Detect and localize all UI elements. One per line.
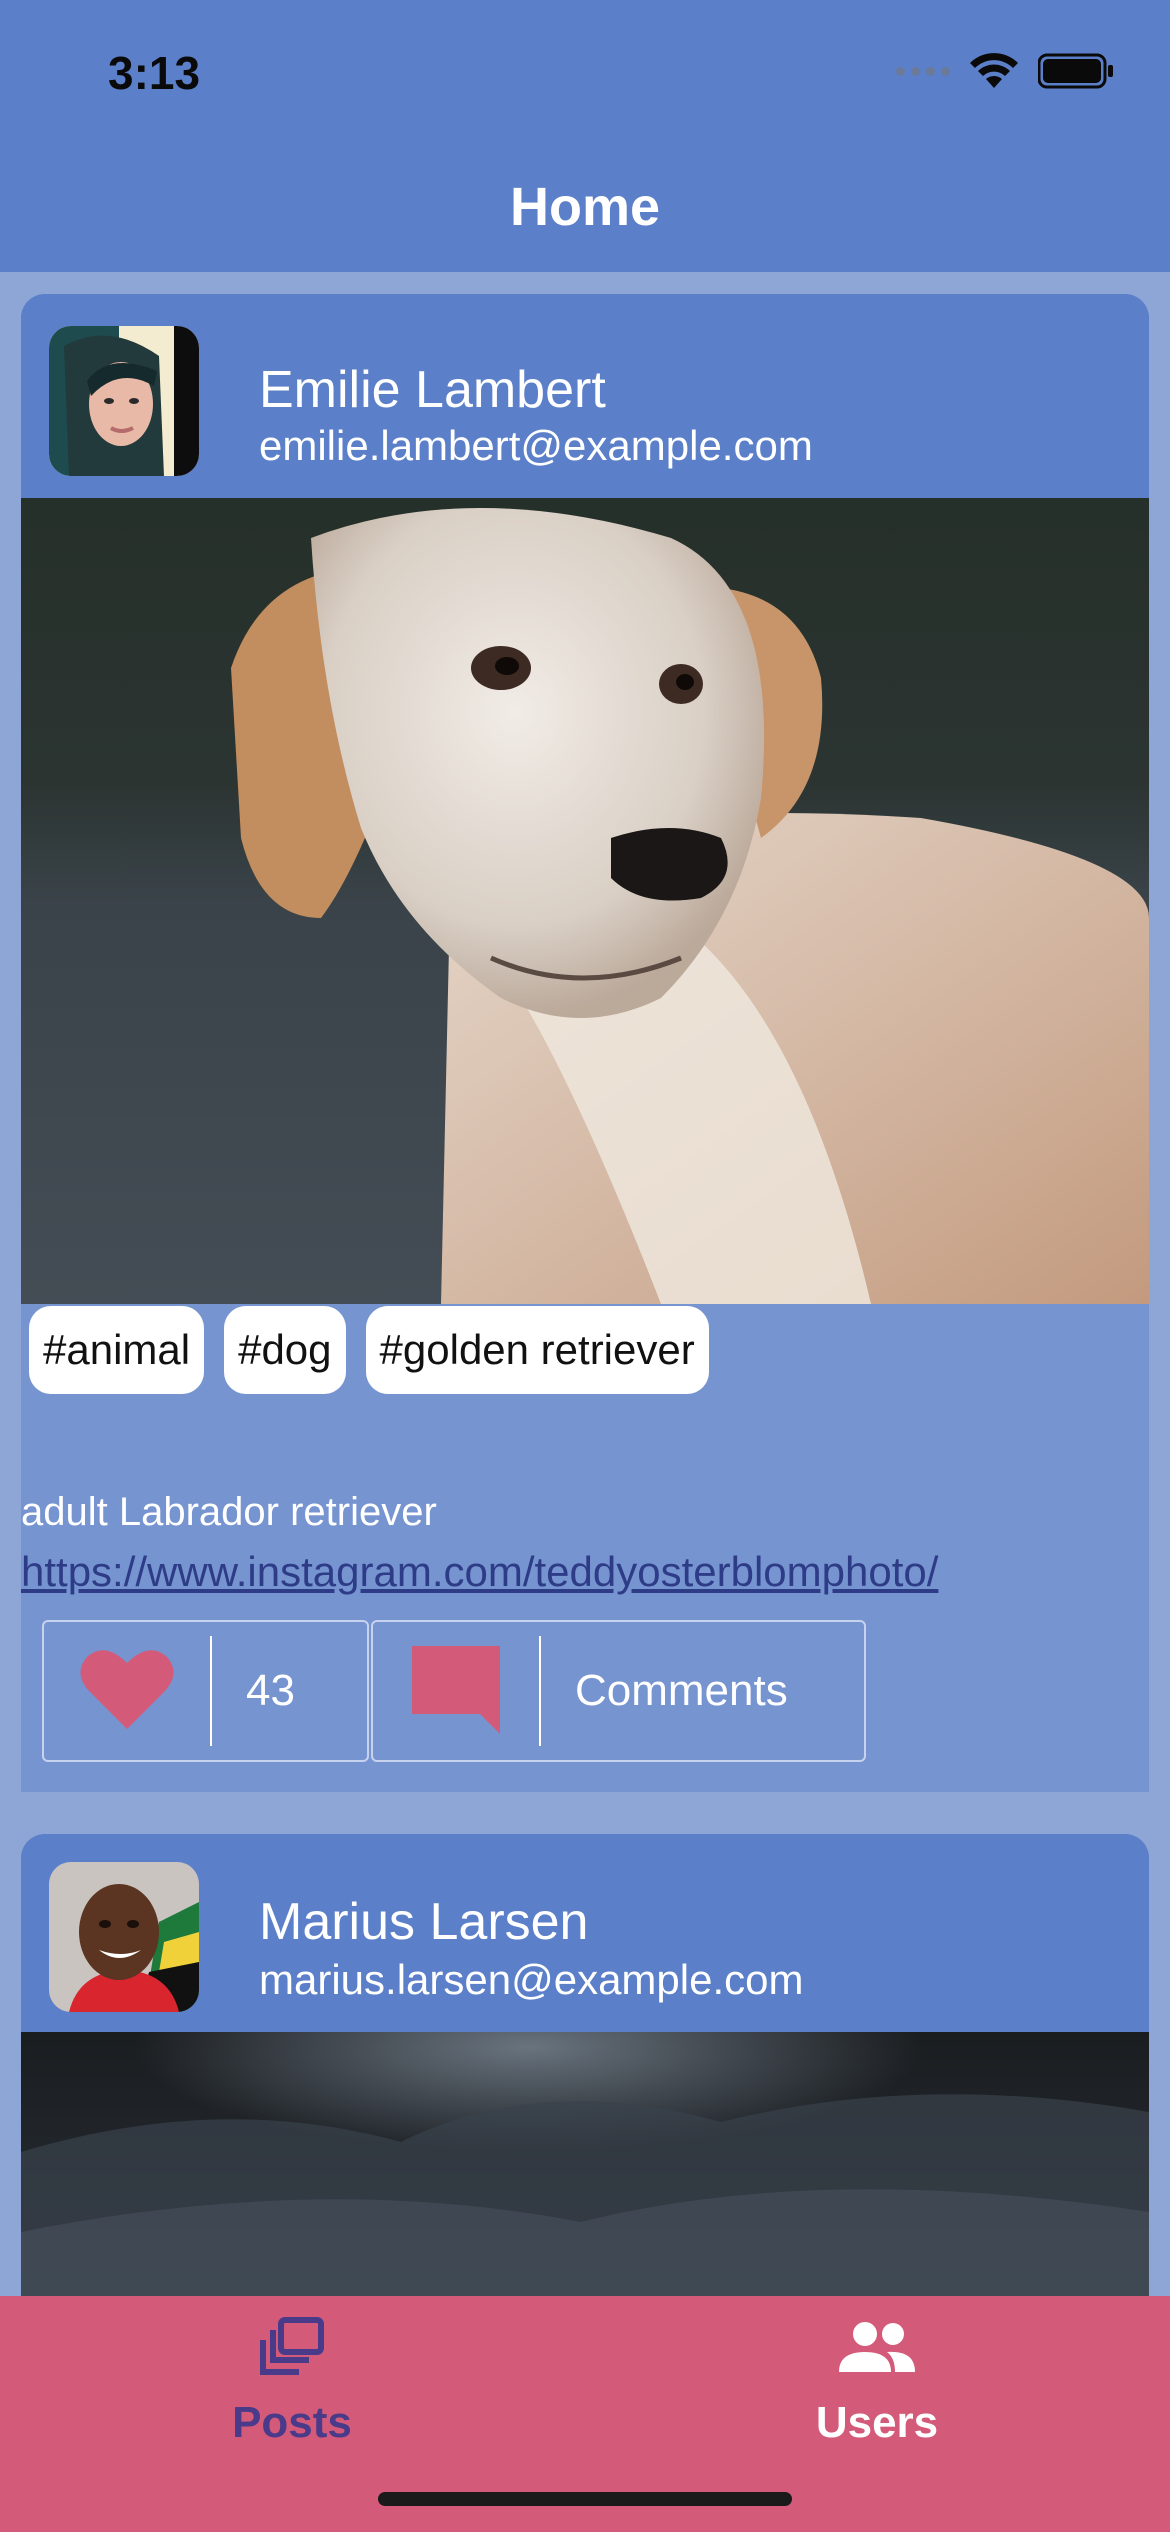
- user-name: Emilie Lambert: [259, 361, 606, 419]
- post-header[interactable]: Emilie Lambert emilie.lambert@example.co…: [21, 294, 1149, 498]
- wifi-icon: [968, 52, 1020, 90]
- like-count: 43: [246, 1666, 295, 1715]
- tag-chip[interactable]: #golden retriever: [365, 1306, 709, 1394]
- post-image[interactable]: [21, 498, 1149, 1304]
- tag-chip[interactable]: #dog: [224, 1306, 346, 1394]
- avatar[interactable]: [49, 1862, 199, 2012]
- like-button[interactable]: 43: [42, 1620, 369, 1762]
- post-link[interactable]: https://www.instagram.com/teddyosterblom…: [21, 1548, 938, 1596]
- avatar[interactable]: [49, 326, 199, 476]
- status-time: 3:13: [108, 47, 201, 99]
- tab-posts[interactable]: Posts: [142, 2314, 442, 2448]
- comment-icon: [408, 1642, 504, 1741]
- post-image[interactable]: [21, 2032, 1149, 2332]
- app-screen: 3:13 Home Emilie Lambert emilie.lambert@…: [0, 0, 1170, 2532]
- comments-label: Comments: [575, 1666, 788, 1715]
- tab-users-label: Users: [815, 2398, 939, 2447]
- tab-users[interactable]: Users: [727, 2314, 1027, 2448]
- page-title: Home: [509, 177, 661, 237]
- battery-icon: [1038, 53, 1114, 89]
- user-email: emilie.lambert@example.com: [259, 422, 813, 469]
- user-email: marius.larsen@example.com: [259, 1956, 804, 2003]
- cellular-signal-icon: [896, 66, 950, 76]
- users-group-icon: [837, 2320, 917, 2379]
- tag-chip[interactable]: #animal: [29, 1306, 205, 1394]
- home-indicator: [378, 2492, 792, 2506]
- navigation-header: 3:13 Home: [0, 0, 1170, 272]
- posts-stack-icon: [259, 2316, 325, 2383]
- post-caption: adult Labrador retriever: [21, 1490, 437, 1534]
- post-header[interactable]: Marius Larsen marius.larsen@example.com: [21, 1834, 1149, 2032]
- tab-posts-label: Posts: [232, 2398, 352, 2447]
- comments-button[interactable]: Comments: [371, 1620, 866, 1762]
- status-icons: [896, 52, 1114, 90]
- heart-icon: [79, 1647, 175, 1736]
- post-actions: 43 Comments: [42, 1620, 866, 1762]
- tag-list: #animal #dog #golden retriever: [29, 1306, 709, 1394]
- user-name: Marius Larsen: [259, 1893, 589, 1951]
